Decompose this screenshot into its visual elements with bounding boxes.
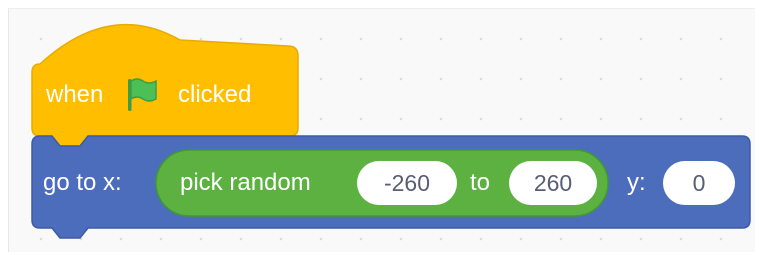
when-label: when (46, 81, 104, 108)
pick-random-label: pick random (180, 169, 311, 196)
script-stack (31, 23, 751, 239)
y-label: y: (627, 169, 646, 196)
random-to-label: to (470, 169, 491, 196)
random-to-input[interactable]: 260 (509, 161, 597, 205)
y-input[interactable]: 0 (663, 161, 735, 205)
green-flag-icon (128, 78, 157, 111)
clicked-label: clicked (178, 81, 252, 108)
go-to-x-label: go to x: (43, 169, 122, 196)
random-from-input[interactable]: -260 (357, 161, 457, 205)
